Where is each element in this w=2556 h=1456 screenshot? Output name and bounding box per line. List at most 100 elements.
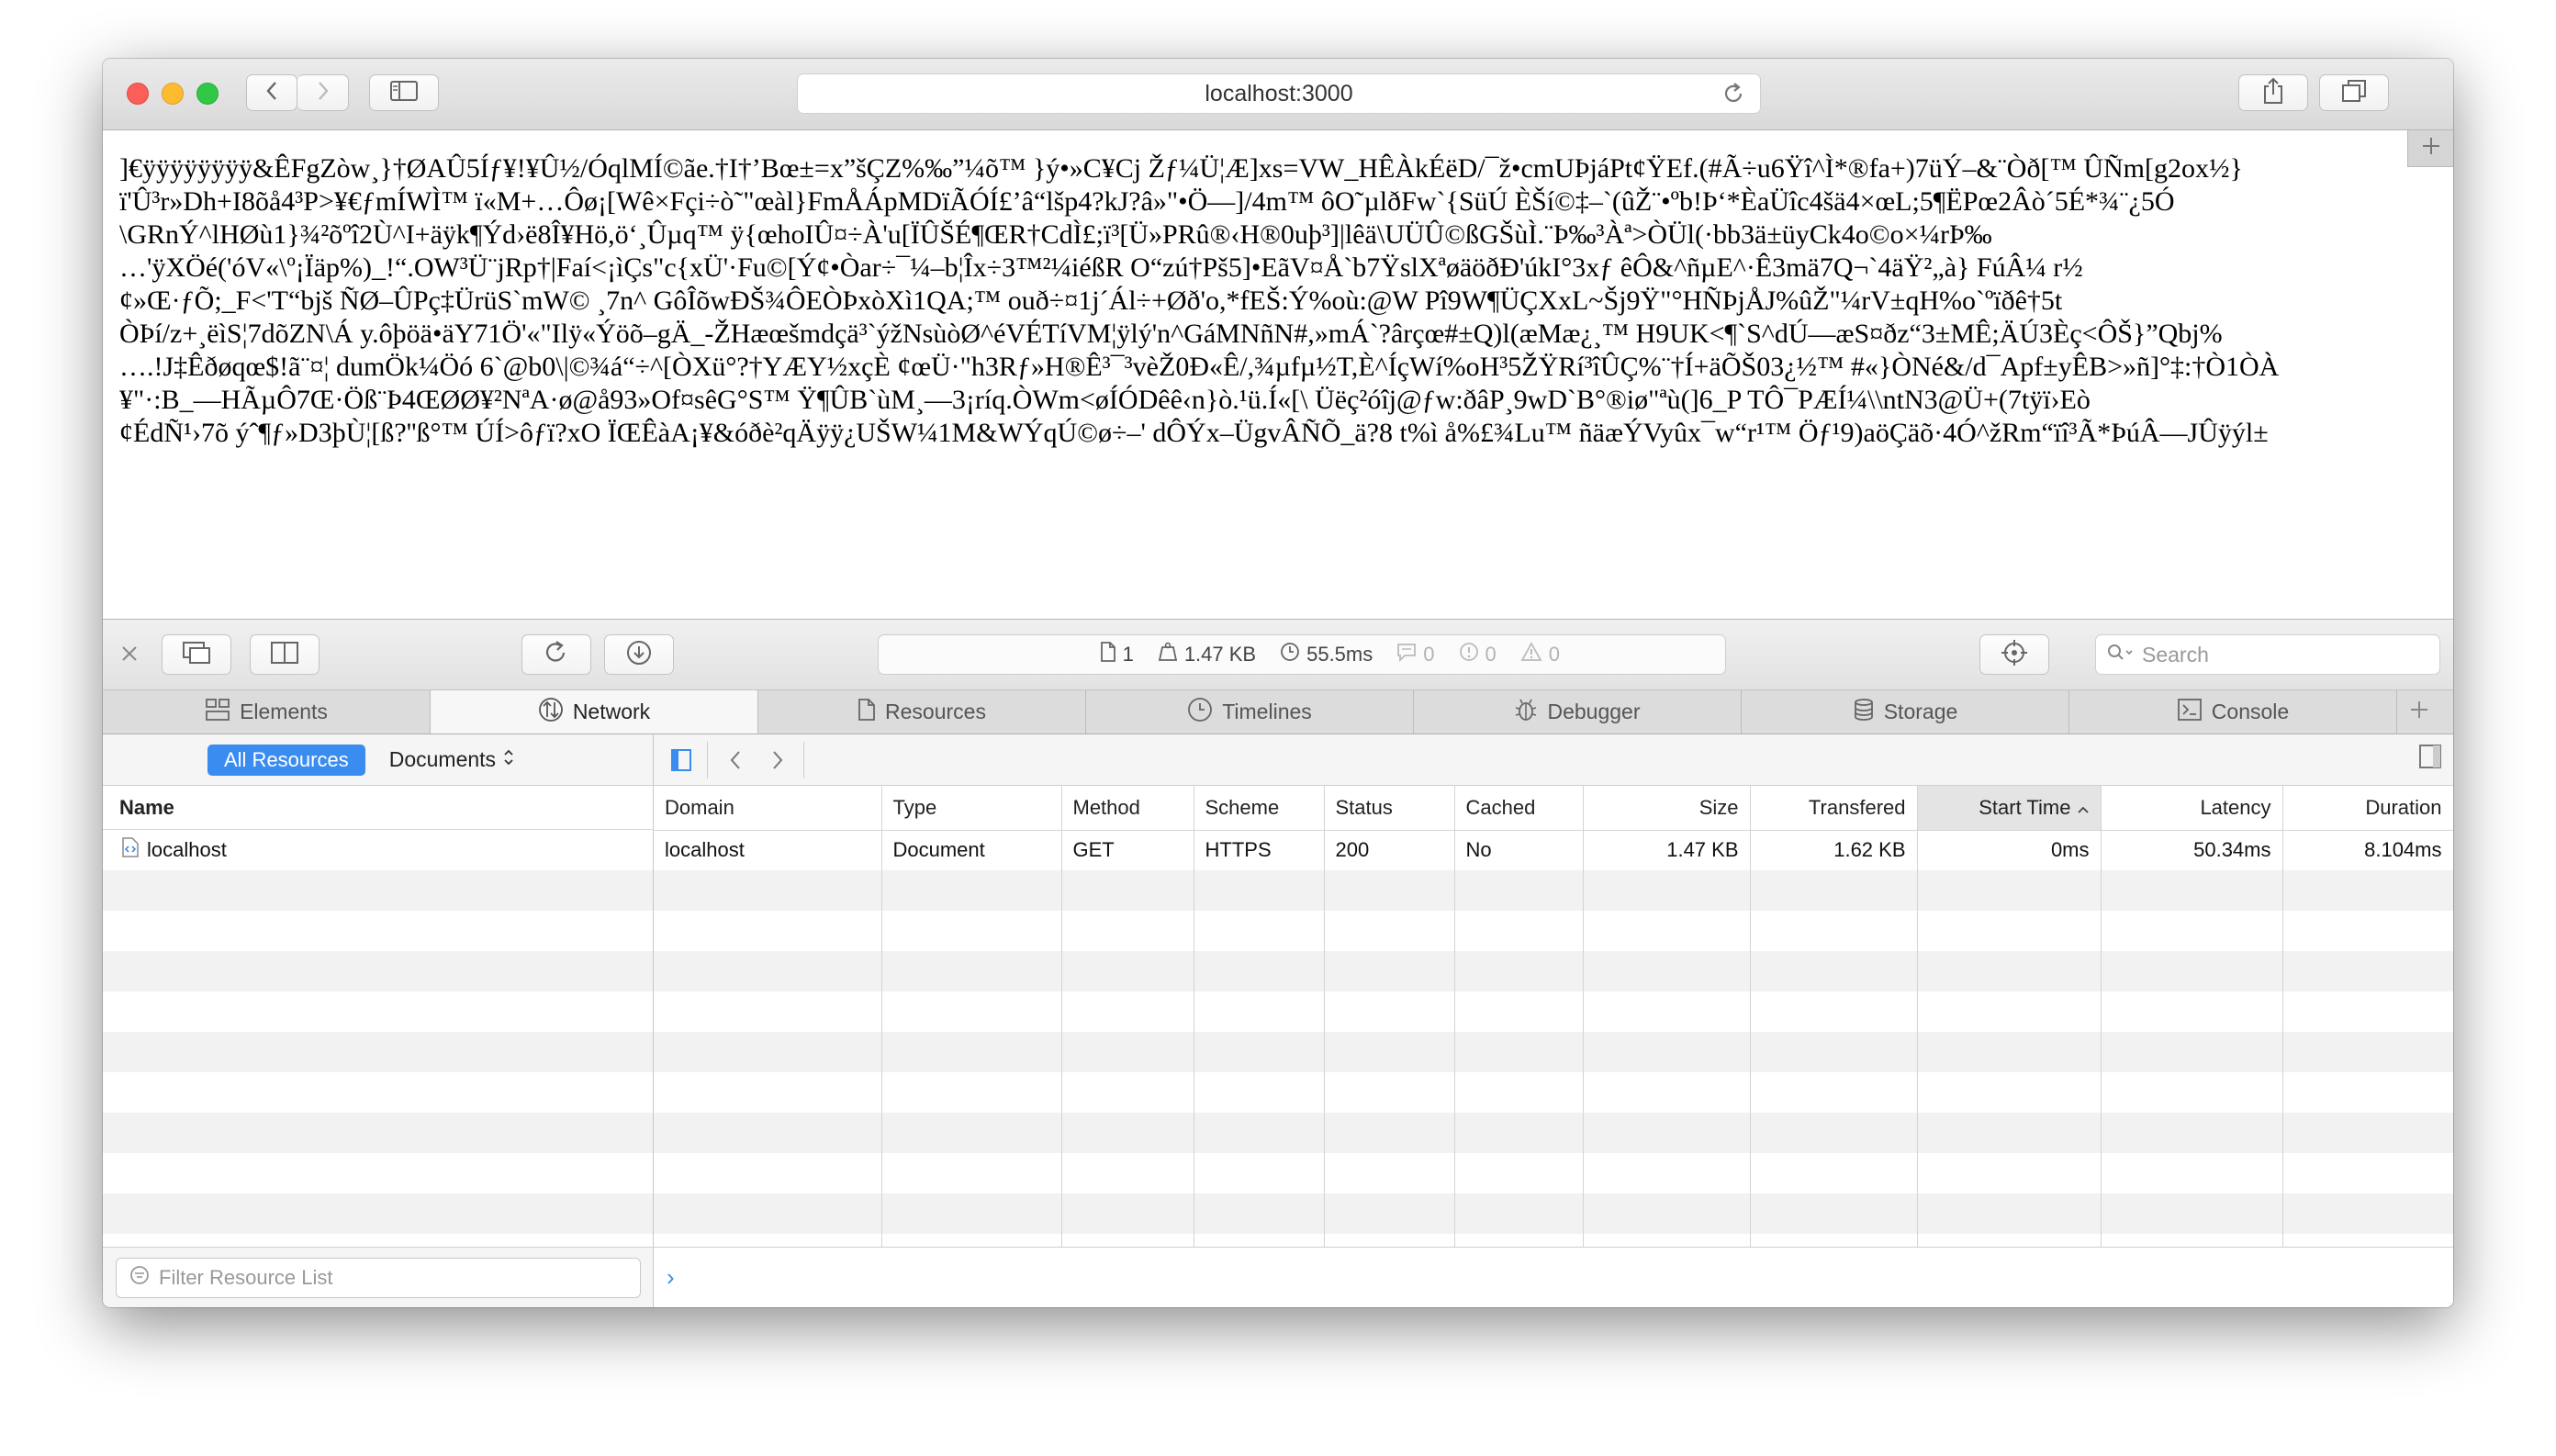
page-content: ]€ÿÿÿÿÿÿÿÿ&ÊFgZòw¸}†ØAÛ5Íƒ¥!¥Û½/ÓqlMÍ©ãe…: [103, 130, 2407, 619]
column-header-cached[interactable]: Cached: [1454, 786, 1584, 831]
devtools-dashboard[interactable]: 1 1.47 KB 55.5ms 0 0 0: [878, 634, 1726, 675]
devtools-toolbar: 1 1.47 KB 55.5ms 0 0 0 Search: [103, 619, 2453, 690]
page-text-line: \GRnÝ^lHØù1}¾²õºî2Ù^I+äÿk¶Ýd›ë8Î¥Hö,ö‘¸Û…: [119, 219, 1992, 250]
sort-ascending-icon: [2077, 796, 2090, 820]
tab-network[interactable]: Network: [431, 690, 758, 734]
warning-count[interactable]: 0: [1520, 642, 1560, 667]
zoom-window-button[interactable]: [196, 83, 219, 105]
column-header-latency[interactable]: Latency: [2101, 786, 2283, 831]
sidebar-icon: [390, 80, 418, 106]
resources-icon: [858, 698, 885, 727]
filter-documents-select[interactable]: Documents: [389, 747, 514, 772]
devtools-search-input[interactable]: Search: [2095, 634, 2440, 675]
reload-page-button[interactable]: [521, 634, 591, 675]
list-item: [103, 870, 653, 911]
column-header-type[interactable]: Type: [881, 786, 1062, 831]
reload-icon[interactable]: [1721, 82, 1745, 112]
tabs-overview-button[interactable]: [2319, 74, 2389, 111]
minimize-window-button[interactable]: [162, 83, 184, 105]
list-item: [103, 1113, 653, 1153]
sidebar-toggle-button[interactable]: [369, 74, 439, 111]
column-header-status[interactable]: Status: [1324, 786, 1455, 831]
html-document-icon: [121, 836, 140, 864]
page-text-line: ÒÞí/z+¸ëìS¦7dõZN\Á y.ôþöä•äY71Ö'«"Ilÿ«Ýö…: [119, 319, 2223, 349]
dock-side-button[interactable]: [250, 634, 320, 675]
name-column-header[interactable]: Name: [103, 786, 653, 830]
log-count[interactable]: 0: [1396, 642, 1435, 667]
address-bar[interactable]: localhost:3000: [797, 73, 1761, 114]
error-count[interactable]: 0: [1459, 642, 1497, 667]
clock-icon: [1280, 642, 1306, 667]
warning-icon: [1520, 642, 1549, 667]
dock-side-icon: [270, 641, 299, 669]
plus-icon: [2409, 700, 2438, 725]
load-time[interactable]: 55.5ms: [1280, 642, 1373, 667]
weight-icon: [1158, 642, 1184, 667]
column-header-start-time[interactable]: Start Time: [1917, 786, 2102, 831]
forward-button[interactable]: [297, 74, 349, 111]
download-archive-button[interactable]: [604, 634, 674, 675]
tab-timelines[interactable]: Timelines: [1086, 690, 1414, 734]
list-item: [103, 1193, 653, 1234]
toggle-details-icon[interactable]: [2418, 744, 2442, 774]
table-row: [654, 911, 2453, 951]
table-row: [654, 1072, 2453, 1113]
cell-domain: localhost: [654, 830, 882, 870]
column-header-domain[interactable]: Domain: [654, 786, 882, 831]
divider: [803, 741, 804, 778]
table-row: [654, 1032, 2453, 1072]
cell-status: 200: [1324, 830, 1455, 870]
table-row: [654, 1113, 2453, 1153]
undock-button[interactable]: [162, 634, 231, 675]
tab-debugger[interactable]: Debugger: [1414, 690, 1742, 734]
close-devtools-icon[interactable]: [116, 640, 143, 667]
quick-console-input[interactable]: ›: [654, 1247, 2453, 1307]
chevron-left-icon: [265, 81, 278, 106]
tab-storage[interactable]: Storage: [1742, 690, 2069, 734]
divider: [707, 741, 708, 778]
reload-icon: [544, 640, 569, 670]
cell-method: GET: [1061, 830, 1194, 870]
toggle-sidebar-icon[interactable]: [665, 744, 698, 777]
table-row[interactable]: localhost Document GET HTTPS 200 No 1.47…: [654, 830, 2453, 870]
tab-resources[interactable]: Resources: [758, 690, 1086, 734]
back-button[interactable]: [246, 74, 297, 111]
document-icon: [1100, 641, 1123, 668]
bug-icon: [1514, 697, 1547, 728]
column-header-method[interactable]: Method: [1061, 786, 1194, 831]
database-icon: [1853, 698, 1884, 727]
cell-latency: 50.34ms: [2101, 830, 2283, 870]
url-text: localhost:3000: [1205, 80, 1353, 106]
share-button[interactable]: [2238, 74, 2308, 111]
page-text-line: ]€ÿÿÿÿÿÿÿÿ&ÊFgZòw¸}†ØAÛ5Íƒ¥!¥Û½/ÓqlMÍ©ãe…: [119, 153, 2243, 184]
resource-item-localhost[interactable]: localhost: [103, 830, 653, 870]
nav-forward-icon[interactable]: [761, 744, 794, 777]
table-row: [654, 951, 2453, 991]
new-tab-button[interactable]: [2407, 130, 2453, 167]
tab-console[interactable]: Console: [2069, 690, 2397, 734]
list-item: [103, 911, 653, 951]
column-header-duration[interactable]: Duration: [2282, 786, 2453, 831]
filter-all-resources[interactable]: All Resources: [207, 744, 365, 776]
column-header-transfered[interactable]: Transfered: [1750, 786, 1918, 831]
filter-resource-input[interactable]: Filter Resource List: [116, 1258, 641, 1298]
inspect-element-button[interactable]: [1979, 634, 2049, 675]
resource-count[interactable]: 1: [1100, 641, 1134, 668]
error-icon: [1459, 642, 1485, 667]
add-tab-button[interactable]: [2397, 690, 2450, 734]
column-header-scheme[interactable]: Scheme: [1194, 786, 1325, 831]
table-row: [654, 1153, 2453, 1193]
table-row: [654, 1193, 2453, 1234]
table-header-row: Domain Type Method Scheme Status Cached …: [654, 786, 2453, 831]
resource-size[interactable]: 1.47 KB: [1158, 642, 1256, 667]
close-window-button[interactable]: [127, 83, 149, 105]
network-grid-panel: Domain Type Method Scheme Status Cached …: [654, 734, 2453, 1307]
grid-navigation-bar: [654, 734, 2453, 786]
tab-elements[interactable]: Elements: [103, 690, 431, 734]
devtools-tab-bar: Elements Network Resources Timelines Deb…: [103, 690, 2453, 734]
column-header-size[interactable]: Size: [1583, 786, 1751, 831]
stopwatch-icon: [1187, 697, 1222, 728]
crosshair-icon: [2001, 639, 2028, 671]
nav-back-icon[interactable]: [719, 744, 752, 777]
list-item: [103, 1234, 653, 1245]
